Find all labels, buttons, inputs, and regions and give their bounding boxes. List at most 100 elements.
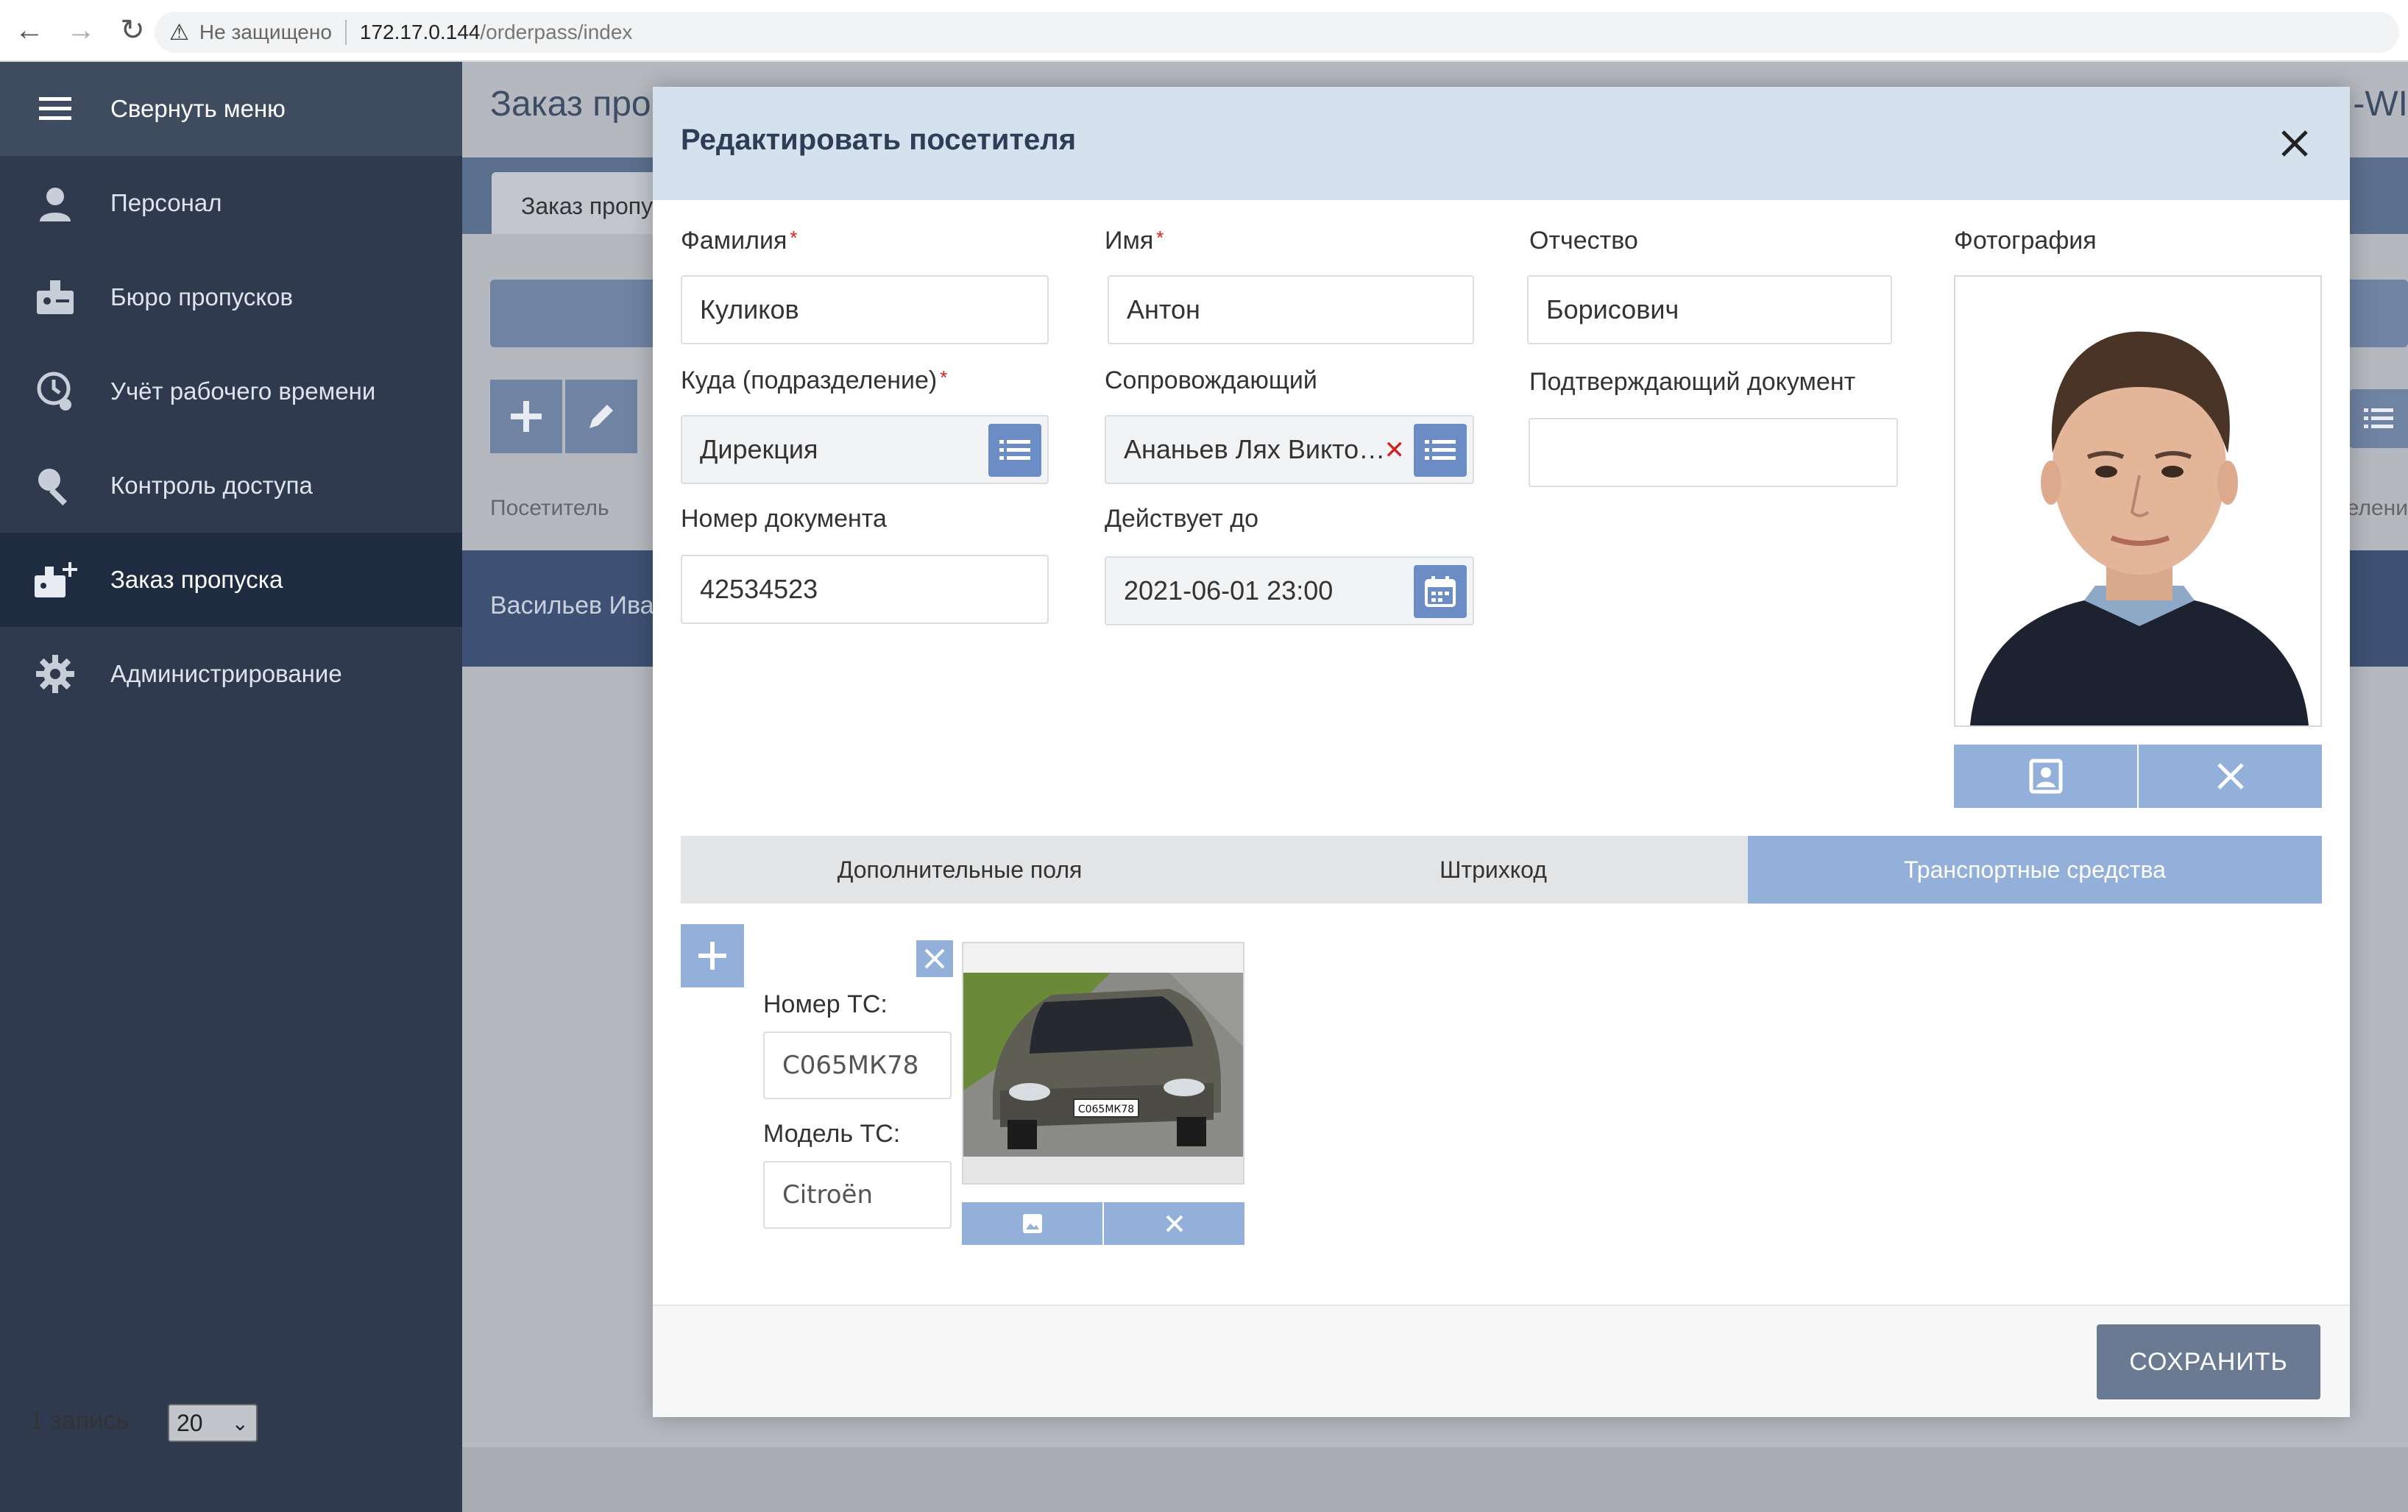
sidebar-item-access-control[interactable]: Контроль доступа <box>0 439 462 533</box>
photo-label: Фотография <box>1954 227 2097 255</box>
remove-photo-button[interactable] <box>2137 745 2322 808</box>
patronymic-label: Отчество <box>1529 227 1638 255</box>
last-name-field[interactable]: Куликов <box>681 275 1049 344</box>
vehicle-photo-actions <box>962 1202 1244 1245</box>
doc-number-value: 42534523 <box>700 574 818 604</box>
list-icon <box>2364 408 2393 428</box>
vehicle-photo: С065МК78 <box>962 942 1244 1185</box>
page-title: Заказ проп <box>490 85 670 124</box>
close-icon <box>2217 763 2244 789</box>
last-name-value: Куликов <box>700 294 799 324</box>
escort-value: Ананьев Лях Викто… <box>1124 434 1386 464</box>
sidebar: Свернуть меню Персонал Бюро пропусков Уч… <box>0 62 462 1512</box>
sidebar-item-label: Бюро пропусков <box>110 283 294 310</box>
insecure-label: Не защищено <box>199 21 332 43</box>
back-icon[interactable]: ← <box>7 8 52 52</box>
add-vehicle-button[interactable] <box>681 924 744 987</box>
row-visitor-name: Васильев Ива <box>490 592 654 620</box>
forward-icon[interactable]: → <box>59 8 103 52</box>
sidebar-item-label: Учёт рабочего времени <box>110 377 376 405</box>
column-header-right[interactable]: елени <box>2347 496 2408 521</box>
confirm-doc-field[interactable] <box>1529 418 1898 487</box>
background-add-button[interactable] <box>490 380 562 453</box>
valid-until-field[interactable]: 2021-06-01 23:00 <box>1105 556 1474 625</box>
sidebar-item-pass-bureau[interactable]: Бюро пропусков <box>0 250 462 344</box>
page-size-value: 20 <box>177 1410 203 1436</box>
page-size-select[interactable]: 20 ⌄ <box>168 1404 258 1442</box>
sidebar-item-order-pass[interactable]: Заказ пропуска <box>0 533 462 627</box>
vehicle-model-value: Citroën <box>782 1180 874 1210</box>
pass-bureau-icon <box>0 277 110 317</box>
date-picker-button[interactable] <box>1414 565 1467 618</box>
escort-select-button[interactable] <box>1414 424 1467 477</box>
detail-tabs: Дополнительные поля Штрихкод Транспортны… <box>681 836 2322 904</box>
order-pass-icon <box>0 559 110 600</box>
patronymic-value: Борисович <box>1546 294 1679 324</box>
remove-vehicle-photo-button[interactable] <box>1102 1202 1244 1245</box>
escort-field[interactable]: Ананьев Лях Викто… ✕ <box>1105 415 1474 484</box>
pencil-icon <box>589 405 613 428</box>
department-value: Дирекция <box>700 434 818 464</box>
patronymic-field[interactable]: Борисович <box>1527 275 1892 344</box>
column-header-visitor[interactable]: Посетитель <box>490 496 609 521</box>
upload-vehicle-photo-button[interactable] <box>962 1202 1102 1245</box>
plus-icon <box>698 942 726 970</box>
vehicle-model-field[interactable]: Citroën <box>763 1161 952 1229</box>
portrait-icon <box>2029 759 2062 794</box>
department-select-button[interactable] <box>988 424 1041 477</box>
background-footer <box>462 1447 2408 1512</box>
valid-until-label: Действует до <box>1105 505 1258 533</box>
reload-icon[interactable]: ↻ <box>110 8 155 52</box>
save-button[interactable]: СОХРАНИТЬ <box>2097 1324 2320 1399</box>
first-name-field[interactable]: Антон <box>1108 275 1474 344</box>
close-icon <box>1166 1215 1183 1232</box>
key-icon <box>0 465 110 506</box>
clear-escort-icon[interactable]: ✕ <box>1384 436 1406 465</box>
photo-actions <box>1954 745 2322 808</box>
background-list-button[interactable] <box>2349 389 2408 448</box>
sidebar-item-label: Заказ пропуска <box>110 566 283 593</box>
image-icon <box>1022 1214 1042 1233</box>
dialog-title: Редактировать посетителя <box>681 124 1077 156</box>
time-tracking-icon <box>0 371 110 412</box>
page-title-right: -WI <box>2353 85 2408 124</box>
collapse-menu-label: Свернуть меню <box>110 95 286 122</box>
license-plate: С065МК78 <box>1078 1104 1134 1115</box>
visitor-photo <box>1954 275 2322 727</box>
url-host: 172.17.0.144 <box>359 21 481 43</box>
gear-icon <box>0 653 110 695</box>
remove-vehicle-button[interactable] <box>916 940 953 977</box>
plus-icon <box>511 401 542 432</box>
url-path: /orderpass/index <box>480 21 633 43</box>
close-icon[interactable] <box>2269 118 2320 169</box>
vehicle-number-label: Номер ТС: <box>763 990 888 1018</box>
chevron-down-icon: ⌄ <box>231 1412 249 1435</box>
close-icon <box>924 948 945 969</box>
background-edit-button[interactable] <box>565 380 637 453</box>
upload-photo-button[interactable] <box>1954 745 2137 808</box>
sidebar-item-personnel[interactable]: Персонал <box>0 156 462 250</box>
department-field[interactable]: Дирекция <box>681 415 1049 484</box>
hamburger-icon <box>0 96 110 122</box>
calendar-icon <box>1425 576 1456 607</box>
escort-label: Сопровождающий <box>1105 366 1317 394</box>
collapse-menu-button[interactable]: Свернуть меню <box>0 62 462 156</box>
edit-visitor-dialog: Редактировать посетителя Фамилия * Кулико… <box>653 87 2350 1417</box>
tab-vehicles[interactable]: Транспортные средства <box>1748 836 2322 904</box>
tab-additional-fields[interactable]: Дополнительные поля <box>681 836 1239 904</box>
doc-number-field[interactable]: 42534523 <box>681 555 1049 624</box>
last-name-label: Фамилия * <box>681 227 798 255</box>
record-count: 1 запись <box>29 1407 129 1435</box>
tab-barcode[interactable]: Штрихкод <box>1239 836 1748 904</box>
sidebar-item-label: Контроль доступа <box>110 472 313 499</box>
visitor-portrait <box>1955 277 2320 725</box>
sidebar-item-time-tracking[interactable]: Учёт рабочего времени <box>0 344 462 439</box>
vehicle-number-field[interactable]: С065МК78 <box>763 1032 952 1099</box>
warning-icon: ⚠ <box>169 20 189 45</box>
first-name-label: Имя * <box>1105 227 1164 255</box>
confirm-doc-label: Подтверждающий документ <box>1529 368 1856 396</box>
sidebar-item-label: Персонал <box>110 189 222 216</box>
browser-toolbar: ← → ↻ ⚠ Не защищено 172.17.0.144/orderpa… <box>0 0 2408 62</box>
address-bar[interactable]: ⚠ Не защищено 172.17.0.144/orderpass/ind… <box>155 12 2399 53</box>
sidebar-item-administration[interactable]: Администрирование <box>0 627 462 721</box>
